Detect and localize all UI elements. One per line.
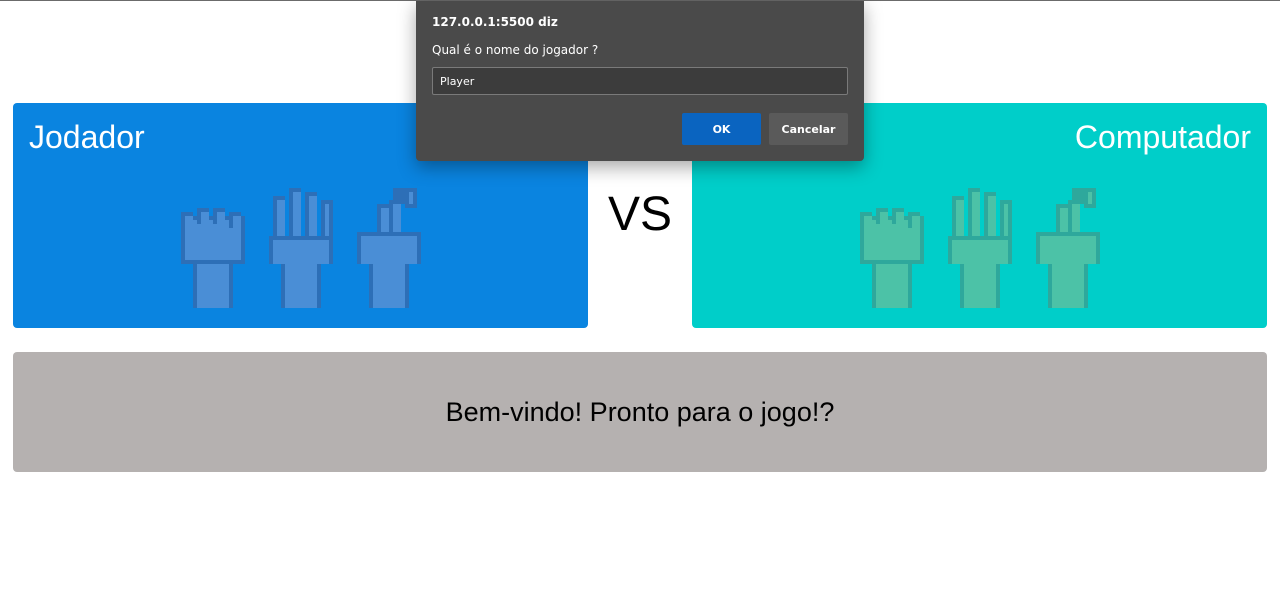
dialog-origin: 127.0.0.1:5500 diz (432, 15, 558, 29)
message-box: Bem-vindo! Pronto para o jogo!? (13, 352, 1267, 472)
prompt-dialog: 127.0.0.1:5500 diz Qual é o nome do joga… (416, 1, 864, 161)
player-choices (13, 185, 588, 311)
computer-scissors-icon (1035, 185, 1100, 311)
player-title: Jodador (29, 119, 145, 155)
computer-rock-icon (859, 185, 924, 311)
ok-button[interactable]: OK (682, 113, 761, 145)
cancel-button[interactable]: Cancelar (769, 113, 848, 145)
vs-label: VS (607, 188, 673, 241)
player-scissors-icon[interactable] (356, 185, 421, 311)
computer-choices (692, 185, 1267, 311)
status-message: Bem-vindo! Pronto para o jogo!? (445, 396, 835, 427)
player-rock-icon[interactable] (180, 185, 245, 311)
computer-title: Computador (1074, 119, 1251, 155)
dialog-prompt: Qual é o nome do jogador ? (432, 43, 599, 57)
computer-paper-icon (947, 185, 1012, 311)
player-paper-icon[interactable] (268, 185, 333, 311)
player-name-input[interactable] (432, 67, 848, 95)
